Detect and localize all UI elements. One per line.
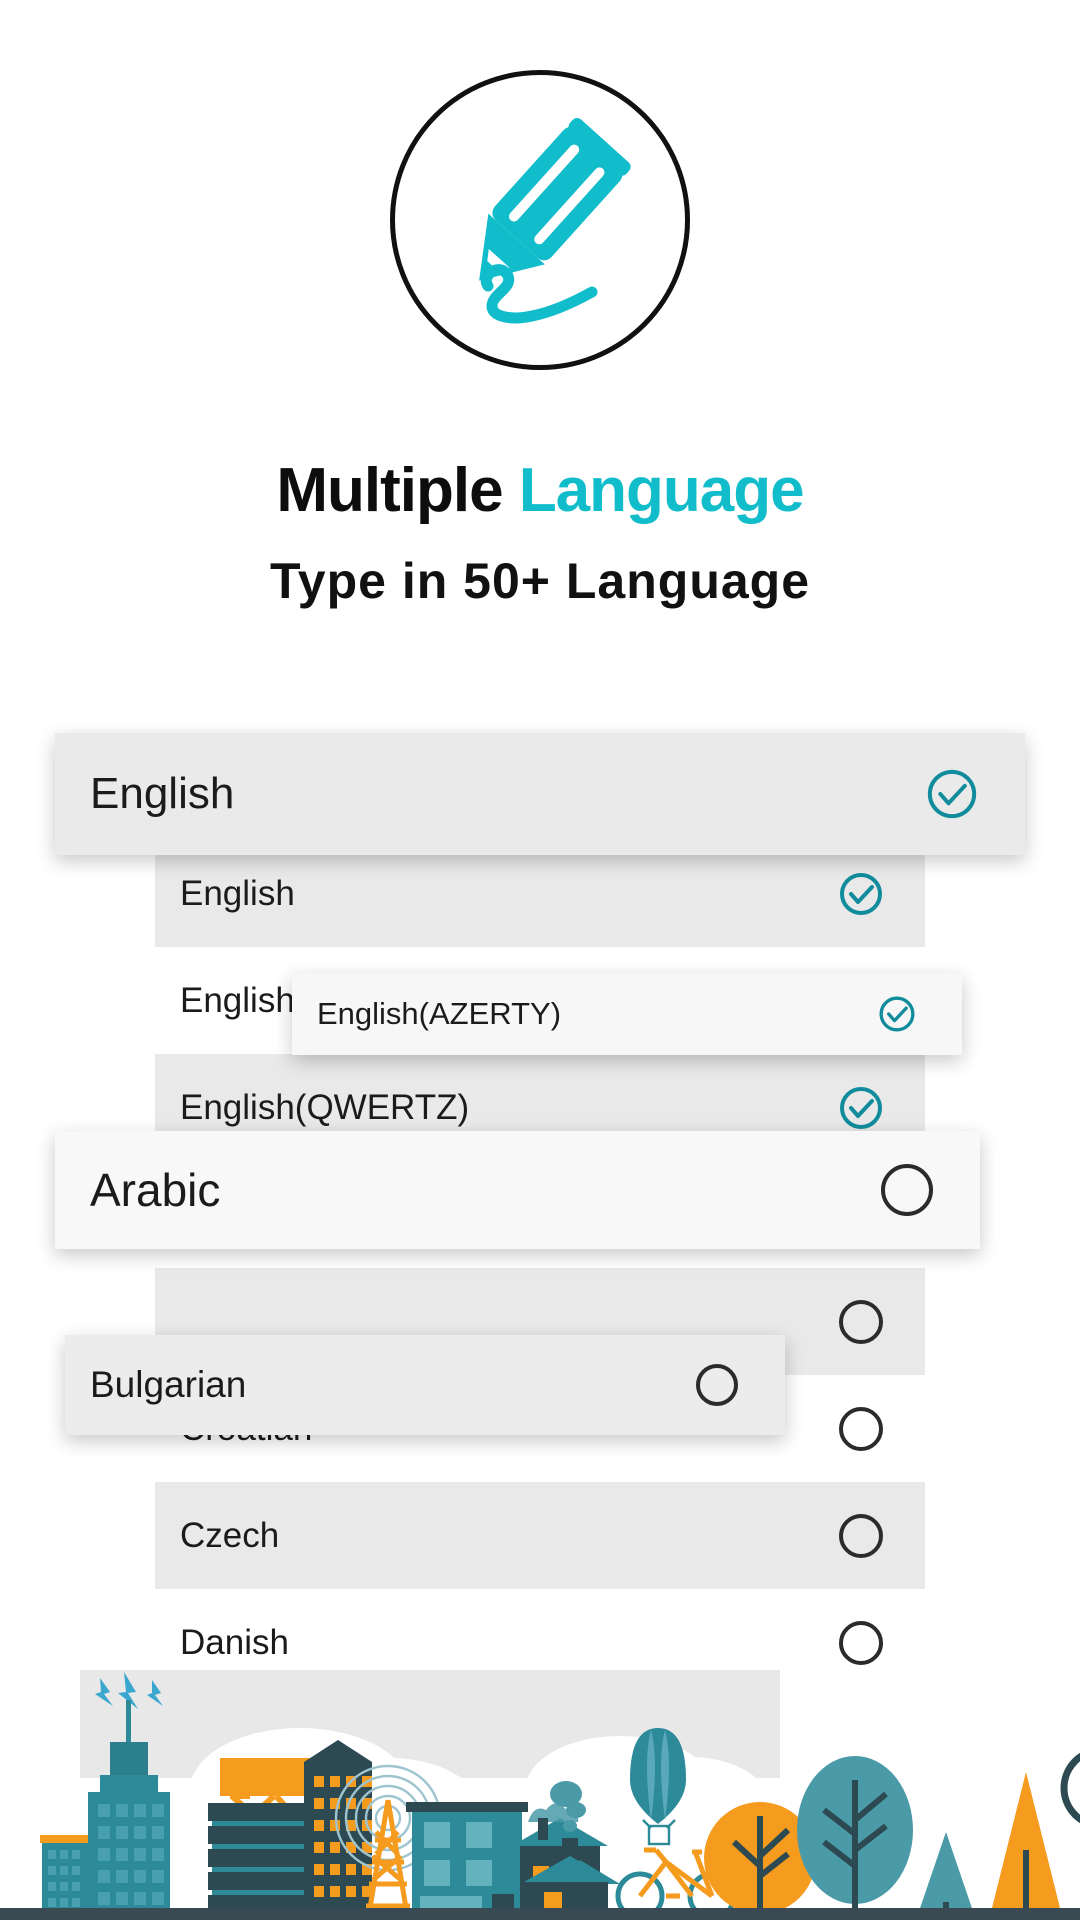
page-title: Multiple Language — [0, 455, 1080, 526]
check-circle-icon[interactable] — [837, 870, 885, 918]
floating-card-english[interactable]: English — [55, 733, 1025, 855]
language-label: Czech — [180, 1515, 280, 1555]
language-label: Arabic — [90, 1164, 221, 1216]
check-circle-icon[interactable] — [877, 994, 917, 1034]
language-label: Bulgarian — [90, 1364, 247, 1405]
logo-container — [0, 70, 1080, 370]
app-screen: Multiple Language Type in 50+ Language E… — [0, 0, 1080, 1920]
floating-card-bulgarian[interactable]: Bulgarian — [65, 1335, 785, 1435]
title-accent: Language — [518, 456, 805, 525]
page-subtitle: Type in 50+ Language — [269, 553, 811, 609]
list-item[interactable]: Czech — [155, 1482, 925, 1589]
radio-circle-icon[interactable] — [879, 1162, 935, 1218]
radio-circle-icon[interactable] — [837, 1619, 885, 1667]
title-main: Multiple — [276, 456, 503, 525]
radio-circle-icon[interactable] — [837, 1298, 885, 1346]
radio-circle-icon[interactable] — [837, 1512, 885, 1560]
language-label: English(QWERTZ) — [180, 1087, 470, 1127]
language-label: English(AZERTY) — [317, 996, 562, 1031]
floating-card-arabic[interactable]: Arabic — [55, 1131, 980, 1249]
logo-circle — [390, 70, 690, 370]
check-circle-icon[interactable] — [837, 1084, 885, 1132]
language-label: English — [90, 769, 235, 818]
language-label: Danish — [180, 1622, 289, 1662]
list-item[interactable]: English — [155, 840, 925, 947]
city-and-nature-scene — [0, 1670, 1080, 1920]
pencil-logo-icon — [430, 108, 650, 333]
floating-card-english-azerty[interactable]: English(AZERTY) — [292, 973, 962, 1055]
radio-circle-icon[interactable] — [694, 1362, 740, 1408]
check-circle-icon[interactable] — [924, 766, 980, 822]
language-label: English — [180, 873, 295, 913]
language-list: English English( English(QWERTZ) Bulgari… — [155, 840, 925, 1696]
radio-circle-icon[interactable] — [837, 1405, 885, 1453]
